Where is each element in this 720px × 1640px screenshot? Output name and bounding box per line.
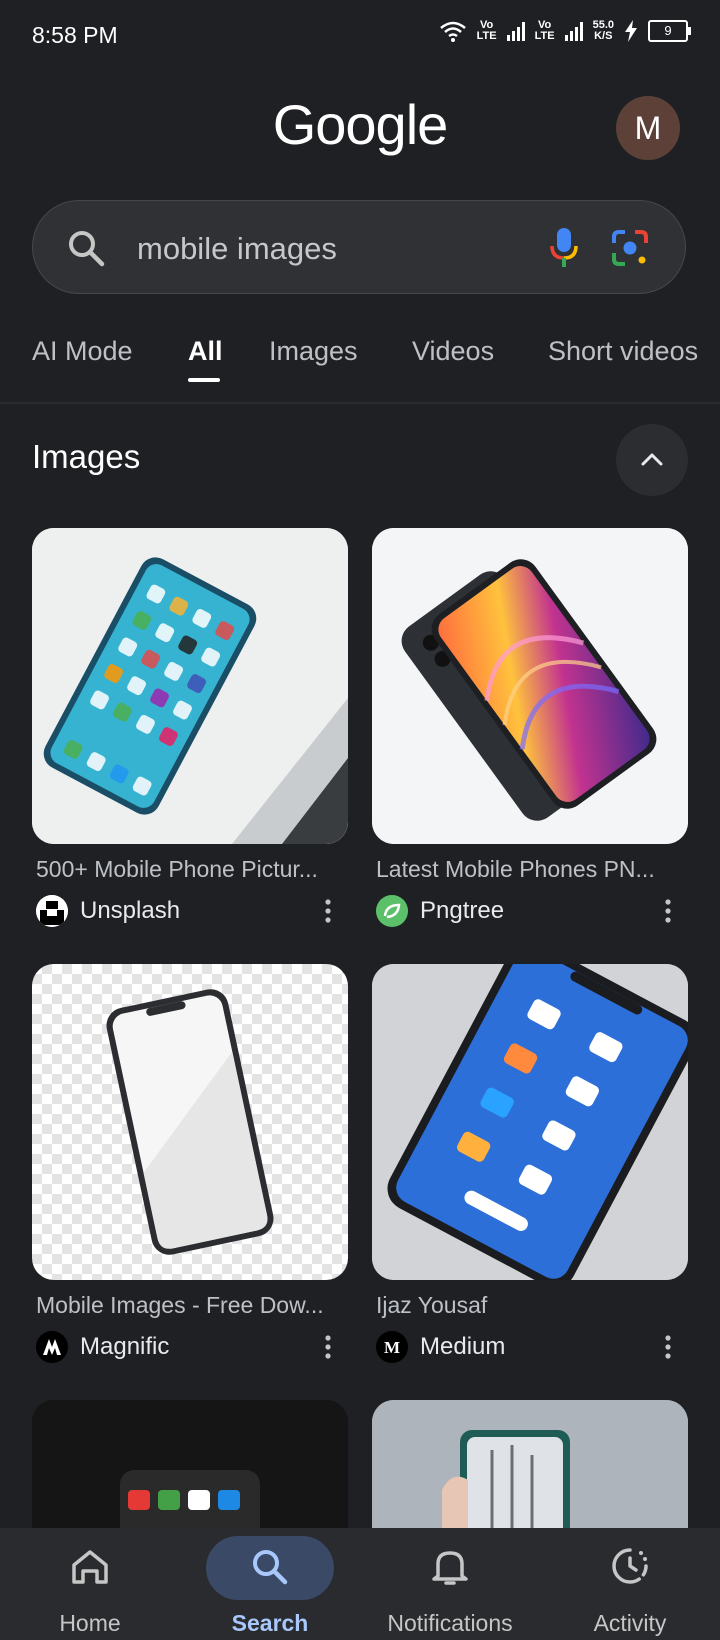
phone-blue-screen-image — [372, 964, 688, 1280]
activity-icon — [612, 1548, 648, 1584]
image-result-thumbnail[interactable] — [32, 528, 348, 844]
more-options-icon[interactable] — [324, 1335, 332, 1359]
image-result-caption[interactable]: Mobile Images - Free Dow... — [32, 1292, 336, 1319]
source-name[interactable]: Medium — [420, 1333, 505, 1361]
tab-all[interactable]: All — [188, 336, 223, 367]
signal-1-icon — [506, 21, 525, 41]
wifi-icon — [439, 21, 466, 42]
nav-notifications[interactable]: Notifications — [360, 1528, 540, 1640]
pngtree-favicon-icon — [376, 895, 408, 927]
source-name[interactable]: Pngtree — [420, 897, 504, 925]
bell-icon — [432, 1551, 468, 1585]
nav-activity[interactable]: Activity — [540, 1528, 720, 1640]
voice-search-icon[interactable] — [549, 226, 579, 270]
svg-text:M: M — [384, 1338, 400, 1357]
nav-home-label: Home — [59, 1610, 121, 1636]
search-query[interactable]: mobile images — [137, 231, 337, 267]
images-section-title: Images — [32, 438, 141, 475]
charging-icon — [625, 20, 637, 42]
status-time: 8:58 PM — [32, 22, 118, 48]
tab-videos[interactable]: Videos — [412, 336, 494, 367]
nav-home[interactable]: Home — [0, 1528, 180, 1640]
google-logo[interactable]: Google — [0, 92, 720, 157]
nav-activity-label: Activity — [593, 1610, 667, 1636]
nav-search[interactable]: Search — [180, 1528, 360, 1640]
two-phones-image — [372, 528, 688, 844]
chevron-up-icon — [641, 453, 663, 466]
medium-favicon-icon: M — [376, 1331, 408, 1363]
image-result-caption[interactable]: Ijaz Yousaf — [372, 1292, 676, 1319]
nav-search-label: Search — [231, 1610, 309, 1636]
collapse-images-button[interactable] — [616, 424, 688, 496]
tab-short-videos[interactable]: Short videos — [548, 336, 698, 367]
unsplash-favicon-icon — [36, 895, 68, 927]
tabs-divider — [0, 402, 720, 404]
dark-phone-image — [32, 1400, 348, 1550]
tab-images[interactable]: Images — [269, 336, 358, 367]
phone-on-desk-image — [32, 528, 348, 844]
account-avatar[interactable]: M — [616, 96, 680, 160]
image-result-source[interactable]: Unsplash — [32, 893, 348, 929]
more-options-icon[interactable] — [664, 1335, 672, 1359]
image-result-thumbnail[interactable] — [32, 964, 348, 1280]
tab-ai-mode[interactable]: AI Mode — [32, 336, 133, 367]
active-tab-indicator — [188, 378, 220, 382]
battery-indicator: 9 — [648, 20, 691, 42]
signal-2-icon — [564, 21, 583, 41]
network-speed-unit: K/S — [594, 30, 613, 42]
image-result-caption[interactable]: Latest Mobile Phones PN... — [372, 856, 676, 883]
source-name[interactable]: Magnific — [80, 1333, 169, 1361]
more-options-icon[interactable] — [324, 899, 332, 923]
volte-1-label: Vo LTE — [476, 19, 497, 42]
image-result-source[interactable]: M Medium — [372, 1329, 688, 1365]
image-result-thumbnail[interactable] — [372, 528, 688, 844]
image-result-card[interactable]: Ijaz Yousaf M Medium — [372, 964, 688, 1365]
image-result-card[interactable]: Latest Mobile Phones PN... Pngtree — [372, 528, 688, 929]
search-icon — [69, 231, 105, 267]
bottom-navigation: Home Search Notifications Activity — [0, 1528, 720, 1640]
network-speed: 55.0 K/S — [593, 20, 614, 42]
source-name[interactable]: Unsplash — [80, 897, 180, 925]
search-tabs: AI Mode All Images Videos Short videos — [0, 330, 720, 396]
more-options-icon[interactable] — [664, 899, 672, 923]
image-result-caption[interactable]: 500+ Mobile Phone Pictur... — [32, 856, 336, 883]
search-icon — [253, 1550, 288, 1585]
status-icons: Vo LTE Vo LTE 55.0 K/S 9 — [439, 19, 691, 42]
blank-phone-mockup-image — [106, 989, 274, 1255]
volte-2-label: Vo LTE — [534, 19, 555, 42]
image-result-card[interactable]: Mobile Images - Free Dow... Magnific — [32, 964, 348, 1365]
magnific-favicon-icon — [36, 1331, 68, 1363]
status-bar: 8:58 PM Vo LTE Vo LTE 55.0 K/S 9 — [0, 0, 720, 72]
image-result-source[interactable]: Pngtree — [372, 893, 688, 929]
image-result-source[interactable]: Magnific — [32, 1329, 348, 1365]
search-input[interactable]: mobile images — [32, 200, 686, 294]
nav-notifications-label: Notifications — [387, 1610, 513, 1636]
google-lens-icon[interactable] — [611, 229, 649, 267]
hand-holding-phone-image — [372, 1400, 688, 1550]
image-result-card[interactable]: 500+ Mobile Phone Pictur... Unsplash — [32, 528, 348, 929]
google-search-screen: 8:58 PM Vo LTE Vo LTE 55.0 K/S 9 Google M — [0, 0, 720, 1640]
image-result-thumbnail[interactable] — [372, 964, 688, 1280]
home-icon — [72, 1550, 108, 1584]
